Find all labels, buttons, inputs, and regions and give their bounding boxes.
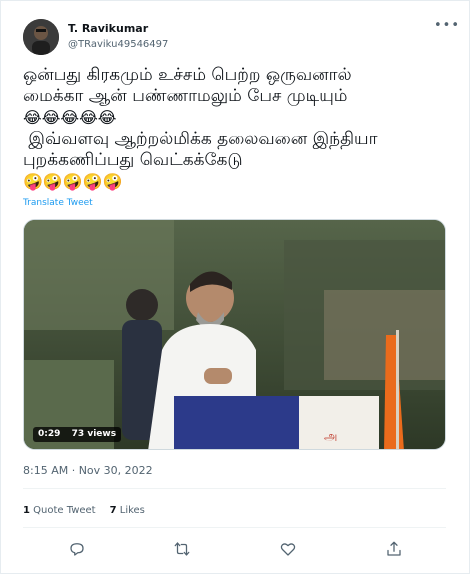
video-duration: 0:29 — [38, 429, 61, 439]
tweet-line-3: இவ்வளவு ஆற்றல்மிக்க தலைவனை இந்தியா — [23, 129, 378, 149]
likes-link[interactable]: 7 Likes — [110, 505, 145, 516]
action-bar — [0, 538, 470, 562]
quote-tweets-link[interactable]: 1 Quote Tweet — [23, 505, 96, 516]
avatar[interactable] — [23, 19, 59, 55]
svg-text:அ: அ — [324, 429, 337, 443]
tweet-timestamp[interactable]: 8:15 AM · Nov 30, 2022 — [23, 464, 153, 477]
likes-count: 7 — [109, 505, 117, 516]
quote-label: Quote Tweet — [33, 505, 96, 516]
video-views: 73 views — [71, 429, 117, 439]
author-name[interactable]: T. Ravikumar — [68, 22, 148, 35]
retweet-icon — [174, 542, 190, 556]
tweet-text: ஒன்பது கிரகமும் உச்சம் பெற்ற ஒருவனால் மை… — [23, 65, 443, 193]
reply-button[interactable] — [66, 538, 88, 560]
likes-label: Likes — [119, 505, 145, 516]
retweet-button[interactable] — [171, 538, 193, 560]
like-icon — [280, 543, 296, 556]
tweet-line-1: ஒன்பது கிரகமும் உச்சம் பெற்ற ஒருவனால் — [23, 65, 352, 85]
reply-icon — [70, 543, 84, 556]
laughing-emoji-row: 😂😂😂😂😂 — [23, 108, 117, 127]
video-player[interactable]: அ — [23, 219, 446, 450]
divider — [23, 488, 446, 489]
divider — [23, 527, 446, 528]
like-button[interactable] — [277, 538, 299, 560]
video-badge: 0:29 73 views — [33, 427, 122, 442]
tweet-line-4: புறக்கணிப்பது வெட்கக்கேடு — [23, 150, 243, 170]
quote-count: 1 — [23, 505, 30, 516]
author-handle[interactable]: @TRaviku49546497 — [68, 39, 168, 50]
more-options-icon[interactable]: ••• — [434, 18, 460, 33]
share-icon — [387, 541, 401, 556]
tweet-stats: 1 Quote Tweet 7 Likes — [23, 505, 145, 516]
video-thumbnail: அ — [24, 220, 445, 449]
tweet-line-2: மைக்கா ஆன் பண்ணாமலும் பேச முடியும் — [23, 86, 348, 106]
avatar-image — [23, 19, 59, 55]
zany-emoji-row: 🤪🤪🤪🤪🤪 — [23, 172, 123, 191]
translate-tweet-link[interactable]: Translate Tweet — [23, 198, 93, 208]
share-button[interactable] — [383, 538, 405, 560]
